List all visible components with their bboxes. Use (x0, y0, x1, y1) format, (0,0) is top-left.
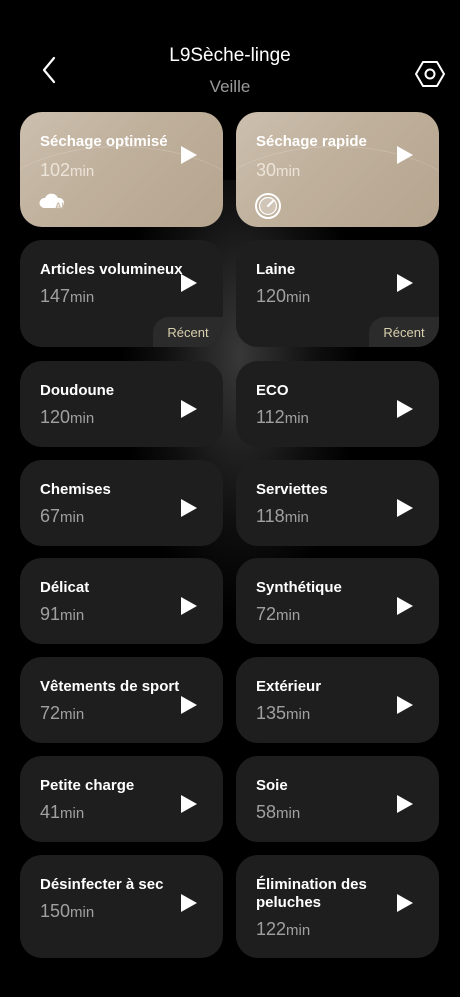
program-name: Articles volumineux (40, 261, 183, 278)
program-name: Désinfecter à sec (40, 876, 164, 893)
settings-button[interactable] (412, 58, 448, 90)
page-title: L9Sèche-linge (169, 45, 291, 66)
program-name: Vêtements de sport (40, 678, 180, 695)
program-duration: 150min (40, 901, 95, 921)
program-name: Séchage optimisé (40, 133, 168, 150)
program-duration: 58min (256, 802, 301, 822)
program-name: Soie (256, 777, 288, 794)
settings-hexagon-icon (415, 61, 445, 87)
program-name: Délicat (40, 579, 90, 596)
program-name: Synthétique (256, 579, 342, 596)
program-card[interactable]: Soie 58min (236, 756, 439, 842)
program-card[interactable]: Articles volumineux 147min Récent (20, 240, 223, 347)
program-name: Laine (256, 261, 296, 278)
program-duration: 67min (40, 506, 85, 526)
program-duration: 72min (256, 604, 301, 624)
play-icon (396, 695, 414, 715)
program-name: Serviettes (256, 481, 328, 498)
play-icon (180, 794, 198, 814)
timer-icon (254, 192, 284, 220)
play-icon (396, 273, 414, 293)
program-duration: 91min (40, 604, 85, 624)
program-card[interactable]: Désinfecter à sec 150min (20, 855, 223, 958)
program-card[interactable]: Synthétique 72min (236, 558, 439, 644)
program-card[interactable]: Laine 120min Récent (236, 240, 439, 347)
play-icon (396, 498, 414, 518)
program-card-featured[interactable]: Séchage optimisé 102min AI (20, 112, 223, 227)
ai-cloud-icon: AI (38, 192, 68, 220)
play-icon (396, 399, 414, 419)
program-duration: 102min (40, 160, 95, 180)
program-card[interactable]: Délicat 91min (20, 558, 223, 644)
play-icon (180, 498, 198, 518)
program-card[interactable]: Chemises 67min (20, 460, 223, 546)
play-icon (180, 145, 198, 165)
program-card[interactable]: Extérieur 135min (236, 657, 439, 743)
play-icon (180, 695, 198, 715)
program-card[interactable]: Doudoune 120min (20, 361, 223, 447)
program-name: Extérieur (256, 678, 322, 695)
program-duration: 30min (256, 160, 301, 180)
program-duration: 118min (256, 506, 309, 526)
play-icon (396, 794, 414, 814)
play-icon (180, 893, 198, 913)
program-duration: 120min (256, 286, 311, 306)
play-icon (180, 273, 198, 293)
program-name: Séchage rapide (256, 133, 367, 150)
header: L9Sèche-linge Veille (0, 0, 460, 110)
play-icon (396, 145, 414, 165)
program-card[interactable]: Vêtements de sport 72min (20, 657, 223, 743)
program-name: Élimination des peluches (256, 876, 367, 911)
program-card[interactable]: Élimination des peluches 122min (236, 855, 439, 958)
play-icon (180, 399, 198, 419)
program-duration: 72min (40, 703, 85, 723)
play-icon (180, 596, 198, 616)
program-duration: 120min (40, 407, 95, 427)
program-name: Chemises (40, 481, 111, 498)
program-card[interactable]: Serviettes 118min (236, 460, 439, 546)
play-icon (396, 893, 414, 913)
program-duration: 122min (256, 919, 311, 939)
play-icon (396, 596, 414, 616)
program-duration: 135min (256, 703, 311, 723)
program-card-featured[interactable]: Séchage rapide 30min (236, 112, 439, 227)
program-duration: 147min (40, 286, 95, 306)
program-name: Petite charge (40, 777, 135, 794)
program-name: Doudoune (40, 382, 115, 399)
program-duration: 41min (40, 802, 85, 822)
device-status: Veille (209, 77, 251, 96)
program-card[interactable]: ECO 112min (236, 361, 439, 447)
recent-badge: Récent (153, 317, 223, 347)
program-card[interactable]: Petite charge 41min (20, 756, 223, 842)
svg-text:AI: AI (55, 201, 64, 211)
program-duration: 112min (256, 407, 309, 427)
program-name: ECO (256, 382, 289, 399)
recent-badge: Récent (369, 317, 439, 347)
